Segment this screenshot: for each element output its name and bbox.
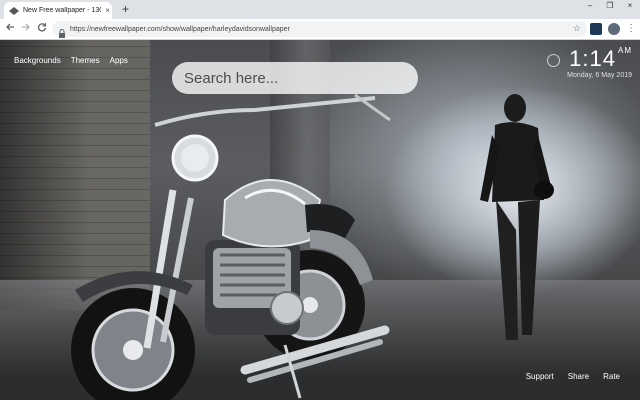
ampm-value: AM bbox=[618, 46, 632, 55]
tab-strip: New Free wallpaper - 13052019 × + – ❐ × bbox=[0, 0, 640, 19]
extension-icon[interactable] bbox=[590, 23, 602, 35]
lock-icon bbox=[58, 25, 66, 38]
url-text: https://newfreewallpaper.com/show/wallpa… bbox=[70, 25, 290, 33]
forward-arrow-icon[interactable] bbox=[19, 22, 33, 36]
tab-close-icon[interactable]: × bbox=[103, 6, 112, 15]
rate-link[interactable]: Rate bbox=[603, 372, 620, 381]
restore-button[interactable]: ❐ bbox=[604, 1, 616, 10]
new-tab-page: Backgrounds Themes Apps Search here... 1… bbox=[0, 40, 640, 400]
clock-settings-icon[interactable] bbox=[547, 54, 561, 67]
search-placeholder: Search here... bbox=[184, 69, 279, 87]
star-icon[interactable]: ☆ bbox=[573, 23, 581, 34]
profile-avatar[interactable] bbox=[608, 23, 620, 35]
top-nav-links: Backgrounds Themes Apps bbox=[14, 56, 128, 65]
window-controls: – ❐ × bbox=[584, 1, 636, 10]
back-arrow-icon[interactable] bbox=[3, 22, 17, 36]
favicon-icon bbox=[9, 6, 19, 16]
tab-title: New Free wallpaper - 13052019 bbox=[23, 7, 101, 14]
close-window-button[interactable]: × bbox=[624, 1, 636, 10]
backgrounds-link[interactable]: Backgrounds bbox=[14, 56, 61, 65]
menu-kebab-icon[interactable]: ⋮ bbox=[624, 22, 638, 36]
walking-man-image bbox=[480, 94, 554, 340]
browser-tab[interactable]: New Free wallpaper - 13052019 × bbox=[4, 2, 112, 19]
time-value: 1:14 bbox=[569, 46, 616, 71]
clock-date: Monday, 6 May 2019 bbox=[567, 72, 632, 79]
browser-toolbar: https://newfreewallpaper.com/show/wallpa… bbox=[0, 19, 640, 40]
apps-link[interactable]: Apps bbox=[110, 56, 128, 65]
motorcycle-image bbox=[71, 93, 391, 400]
clock-time: 1:14 AM bbox=[567, 46, 632, 72]
address-bar[interactable]: https://newfreewallpaper.com/show/wallpa… bbox=[52, 21, 587, 38]
search-input[interactable]: Search here... bbox=[172, 62, 418, 94]
footer-links: Support Share Rate bbox=[526, 372, 620, 381]
support-link[interactable]: Support bbox=[526, 372, 554, 381]
reload-icon[interactable] bbox=[35, 22, 49, 36]
clock-widget: 1:14 AM Monday, 6 May 2019 bbox=[547, 46, 632, 79]
new-tab-button[interactable]: + bbox=[118, 2, 133, 17]
share-link[interactable]: Share bbox=[568, 372, 589, 381]
minimize-button[interactable]: – bbox=[584, 1, 596, 10]
themes-link[interactable]: Themes bbox=[71, 56, 100, 65]
